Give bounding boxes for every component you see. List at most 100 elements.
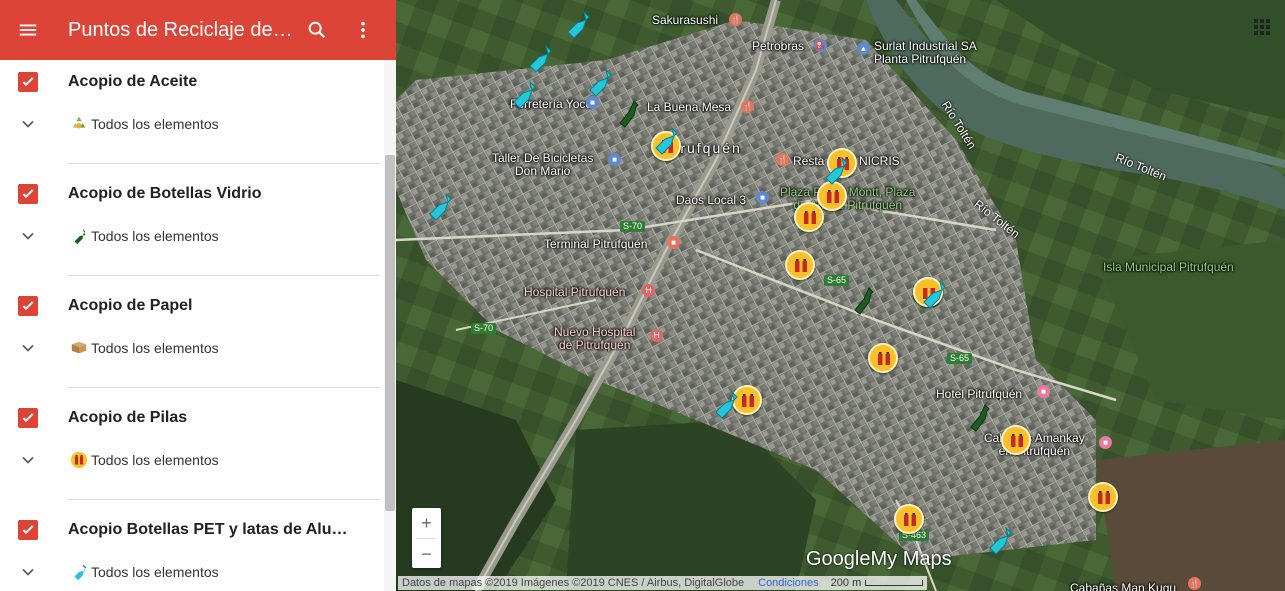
expand-button[interactable] bbox=[16, 560, 40, 584]
chevron-down-icon bbox=[22, 456, 34, 464]
battery-marker[interactable] bbox=[894, 504, 924, 534]
place-label[interactable]: Hotel Pitrufquén bbox=[936, 388, 1022, 401]
glass-bottle-marker[interactable] bbox=[616, 100, 640, 130]
layer-sub-label[interactable]: Todos los elementos bbox=[91, 340, 219, 356]
place-label[interactable]: Hospital Pitrufquén bbox=[524, 286, 625, 299]
pet-bottle-marker[interactable] bbox=[918, 280, 948, 310]
battery-icon bbox=[804, 211, 816, 224]
layer-name[interactable]: Acopio Botellas PET y latas de Aluminio bbox=[68, 521, 358, 539]
check-icon bbox=[22, 525, 34, 535]
place-label[interactable]: Daos Local 3 bbox=[676, 194, 746, 207]
layer-name[interactable]: Acopio de Aceite bbox=[68, 73, 358, 91]
pet-bottle-marker[interactable] bbox=[508, 80, 538, 110]
layer-sub-label[interactable]: Todos los elementos bbox=[91, 228, 219, 244]
layer-sub-label[interactable]: Todos los elementos bbox=[91, 116, 219, 132]
hotel-icon[interactable]: ■ bbox=[1037, 385, 1050, 398]
layer-list: Acopio de Aceite Todos los elementos Aco… bbox=[0, 60, 396, 591]
battery-icon bbox=[70, 451, 88, 469]
battery-marker[interactable] bbox=[868, 343, 898, 373]
pet-bottle-marker[interactable] bbox=[984, 526, 1014, 556]
gas-station-icon[interactable]: ⛽ bbox=[814, 39, 827, 52]
chevron-down-icon bbox=[22, 120, 34, 128]
battery-icon bbox=[1011, 434, 1023, 447]
place-label[interactable]: Sakurasushi bbox=[652, 14, 718, 27]
place-label[interactable]: Nuevo Hospital de Pitrufquén bbox=[554, 326, 635, 352]
layer-checkbox-pilas[interactable] bbox=[18, 408, 38, 428]
road-sign: S-65 bbox=[947, 353, 973, 364]
map-title: Puntos de Reciclaje de Pitrufquén bbox=[68, 18, 294, 41]
layer-item-pilas: Acopio de Pilas Todos los elementos bbox=[0, 396, 396, 508]
more-options-button[interactable] bbox=[340, 0, 386, 60]
bus-terminal-icon[interactable]: ■ bbox=[667, 236, 680, 249]
pet-bottle-marker[interactable] bbox=[562, 10, 592, 40]
battery-marker[interactable] bbox=[785, 250, 815, 280]
pet-bottle-marker[interactable] bbox=[524, 44, 554, 74]
glass-bottle-marker[interactable] bbox=[967, 404, 991, 434]
place-label[interactable]: Taller De Bicicletas Don Mario bbox=[492, 152, 593, 178]
chevron-down-icon bbox=[22, 232, 34, 240]
layer-checkbox-aceite[interactable] bbox=[18, 72, 38, 92]
glass-bottle-icon bbox=[74, 228, 86, 245]
restaurant-icon[interactable]: 🍴 bbox=[741, 100, 754, 113]
zoom-in-button[interactable]: + bbox=[412, 508, 441, 538]
menu-button[interactable] bbox=[0, 0, 56, 60]
battery-marker[interactable] bbox=[1088, 482, 1118, 512]
place-label[interactable]: Surlat Industrial SA Planta Pitrufquén bbox=[874, 40, 977, 66]
place-label[interactable]: Terminal Pitrufquén bbox=[544, 238, 647, 251]
scale-bar bbox=[865, 580, 924, 586]
place-label[interactable]: Cabañas Amankay en Pitrufquén bbox=[984, 432, 1085, 458]
expand-button[interactable] bbox=[16, 224, 40, 248]
layer-checkbox-papel[interactable] bbox=[18, 296, 38, 316]
industry-icon[interactable]: ▲ bbox=[857, 42, 870, 55]
divider bbox=[68, 499, 380, 500]
hotel-icon[interactable]: ■ bbox=[1099, 436, 1112, 449]
zoom-out-button[interactable]: − bbox=[412, 539, 441, 569]
layer-name[interactable]: Acopio de Pilas bbox=[68, 409, 358, 427]
layer-sub-label[interactable]: Todos los elementos bbox=[91, 564, 219, 580]
place-label[interactable]: La Buena Mesa bbox=[647, 101, 731, 114]
sidebar: Puntos de Reciclaje de Pitrufquén Acopio… bbox=[0, 0, 396, 591]
pet-bottle-marker[interactable] bbox=[584, 68, 614, 98]
expand-button[interactable] bbox=[16, 336, 40, 360]
layer-sub-label[interactable]: Todos los elementos bbox=[91, 452, 219, 468]
check-icon bbox=[22, 301, 34, 311]
place-label[interactable]: NICRIS bbox=[859, 155, 900, 168]
hospital-icon[interactable]: H bbox=[650, 329, 663, 342]
pet-bottle-marker[interactable] bbox=[650, 126, 680, 156]
menu-icon bbox=[19, 24, 37, 36]
shop-icon[interactable]: ■ bbox=[756, 191, 769, 204]
place-label[interactable]: Petrobras bbox=[752, 40, 804, 53]
paper-box-icon bbox=[71, 341, 87, 354]
divider bbox=[68, 163, 380, 164]
place-label[interactable]: Cabañas Man Kugu bbox=[1070, 582, 1176, 591]
apps-grid-icon[interactable] bbox=[1253, 18, 1271, 36]
pet-bottle-marker[interactable] bbox=[424, 192, 454, 222]
battery-marker[interactable] bbox=[794, 202, 824, 232]
pet-bottle-marker[interactable] bbox=[820, 156, 850, 186]
battery-icon bbox=[742, 394, 754, 407]
expand-button[interactable] bbox=[16, 112, 40, 136]
expand-button[interactable] bbox=[16, 448, 40, 472]
glass-bottle-marker[interactable] bbox=[851, 287, 875, 317]
layer-name[interactable]: Acopio de Botellas Vidrio bbox=[68, 185, 358, 203]
layer-checkbox-pet[interactable] bbox=[18, 520, 38, 540]
terms-link[interactable]: Condiciones bbox=[758, 576, 819, 590]
search-button[interactable] bbox=[294, 0, 340, 60]
check-icon bbox=[22, 189, 34, 199]
scale-label[interactable]: 200 m bbox=[831, 576, 862, 590]
shop-icon[interactable]: ■ bbox=[608, 153, 621, 166]
pet-bottle-marker[interactable] bbox=[710, 390, 740, 420]
divider bbox=[68, 387, 380, 388]
more-vert-icon bbox=[361, 21, 365, 39]
layer-checkbox-vidrio[interactable] bbox=[18, 184, 38, 204]
restaurant-icon[interactable]: 🍴 bbox=[776, 153, 789, 166]
battery-marker[interactable] bbox=[1001, 425, 1031, 455]
map-canvas[interactable]: Río Toltén Río Toltén Río Toltén Sakuras… bbox=[396, 0, 1285, 591]
layer-name[interactable]: Acopio de Papel bbox=[68, 297, 358, 315]
layer-item-papel: Acopio de Papel Todos los elementos bbox=[0, 284, 396, 396]
restaurant-icon[interactable]: 🍴 bbox=[729, 13, 742, 26]
hospital-icon[interactable]: H bbox=[642, 284, 655, 297]
park-label[interactable]: Isla Municipal Pitrufquén bbox=[1103, 261, 1234, 274]
mymaps-logo-text: My Maps bbox=[870, 548, 952, 570]
restaurant-icon[interactable]: 🍴 bbox=[1188, 577, 1201, 590]
